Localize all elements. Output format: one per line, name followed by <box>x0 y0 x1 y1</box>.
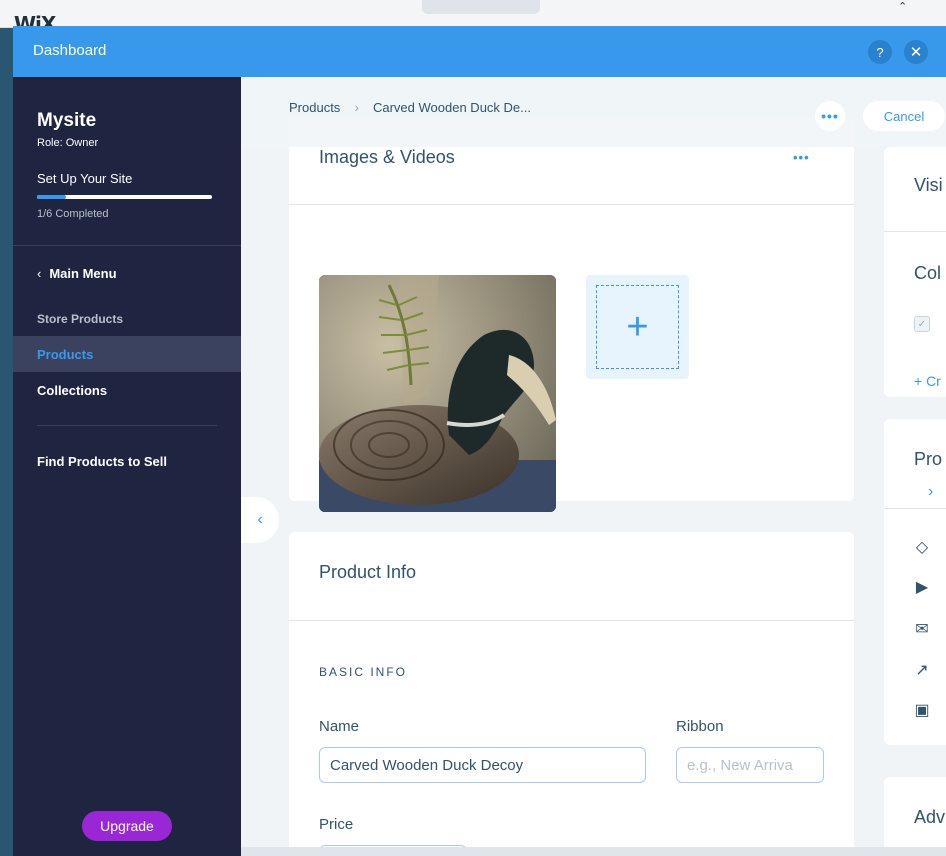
collapse-sidebar-button[interactable]: ‹ <box>241 497 279 543</box>
site-name: Mysite <box>37 110 97 131</box>
video-icon[interactable]: ▶ <box>912 577 932 597</box>
chevron-up-icon: ⌃ <box>898 1 908 13</box>
divider <box>289 204 854 205</box>
modal-title: Dashboard <box>33 42 107 59</box>
breadcrumb-current: Carved Wooden Duck De... <box>372 99 531 115</box>
setup-count: 1/6 Completed <box>37 208 109 220</box>
sidebar-item-find-products[interactable]: Find Products to Sell <box>13 443 241 479</box>
main-menu-link[interactable]: ‹ Main Menu <box>37 266 117 281</box>
card-title: Product Info <box>319 562 417 582</box>
help-icon[interactable]: ? <box>868 40 892 64</box>
email-icon[interactable]: ✉ <box>912 619 932 639</box>
card-title: Images & Videos <box>319 147 455 167</box>
chevron-left-icon: ‹ <box>257 511 263 528</box>
horizontal-scrollbar[interactable] <box>241 847 946 856</box>
close-icon[interactable]: ✕ <box>904 40 928 64</box>
sidebar-item-collections[interactable]: Collections <box>13 372 241 408</box>
more-options-icon[interactable]: ••• <box>793 150 810 165</box>
editor-collapse-tab[interactable]: ⌃ <box>422 0 907 14</box>
main-content: Images & Videos ••• + Products › Carved … <box>241 77 946 856</box>
price-label: Price <box>319 816 354 833</box>
cancel-button[interactable]: Cancel <box>863 101 945 131</box>
ribbon-label: Ribbon <box>676 718 724 735</box>
collection-checkbox[interactable]: ✓ <box>914 316 930 332</box>
add-media-button[interactable]: + <box>586 275 689 379</box>
breadcrumb: Products › Carved Wooden Duck De... <box>289 99 531 115</box>
name-field[interactable]: Carved Wooden Duck Decoy <box>319 747 646 783</box>
divider <box>884 508 946 509</box>
visibility-card: Visi Col ✓ + Cr <box>884 147 946 397</box>
basic-info-label: BASIC INFO <box>319 665 408 679</box>
images-videos-card: Images & Videos ••• + <box>289 117 854 512</box>
advanced-card: Adv <box>884 777 946 856</box>
name-label: Name <box>319 718 360 735</box>
chevron-right-icon[interactable]: › <box>928 483 933 501</box>
divider <box>289 620 854 621</box>
chevron-left-icon: ‹ <box>37 266 42 281</box>
advanced-title: Adv <box>914 807 946 827</box>
divider <box>37 425 217 426</box>
divider <box>13 245 241 246</box>
duck-decoy-photo <box>319 275 556 512</box>
setup-progress-bar <box>37 195 212 199</box>
more-actions-button[interactable]: ••• <box>815 101 845 131</box>
section-label: Store Products <box>37 312 124 326</box>
breadcrumb-products[interactable]: Products <box>289 100 340 115</box>
setup-progress-fill <box>37 195 67 199</box>
editor-left-panel <box>0 28 14 856</box>
visibility-title: Visi <box>914 175 943 195</box>
ribbon-field[interactable]: e.g., New Arriva <box>676 747 824 783</box>
upgrade-button[interactable]: Upgrade <box>82 811 172 841</box>
promote-card: Pro › ◇ ▶ ✉ ↗ ▣ <box>884 419 946 745</box>
share-icon[interactable]: ↗ <box>912 660 932 680</box>
main-menu-label: Main Menu <box>49 266 117 281</box>
editor-top-bar: WiX ⌃ <box>0 0 946 36</box>
sidebar: Mysite Role: Owner Set Up Your Site 1/6 … <box>13 77 241 856</box>
coupon-icon[interactable]: ◇ <box>912 537 932 557</box>
dashboard-modal: Dashboard ? ✕ Mysite Role: Owner Set Up … <box>13 26 946 856</box>
product-image[interactable] <box>319 275 556 512</box>
collections-title: Col <box>914 263 942 283</box>
promote-title: Pro <box>914 449 943 469</box>
plus-icon: + <box>596 285 679 369</box>
modal-header: Dashboard ? ✕ <box>13 26 946 77</box>
sidebar-item-products[interactable]: Products <box>13 336 241 372</box>
product-info-card: Product Info BASIC INFO Name Carved Wood… <box>289 532 854 856</box>
site-role: Role: Owner <box>37 137 99 149</box>
marketing-icon[interactable]: ▣ <box>912 700 932 720</box>
divider <box>884 231 946 232</box>
setup-title[interactable]: Set Up Your Site <box>37 171 132 186</box>
create-collection-link[interactable]: + Cr <box>914 373 941 389</box>
chevron-right-icon: › <box>354 99 359 115</box>
